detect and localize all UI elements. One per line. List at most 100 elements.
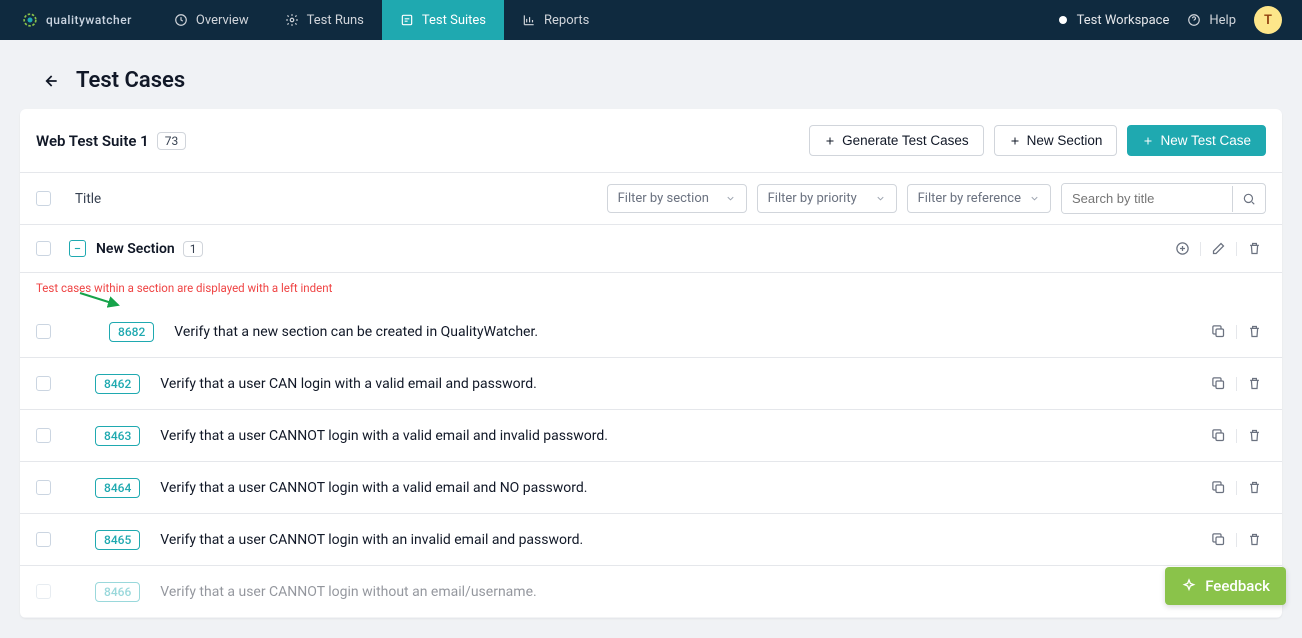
separator [1236,429,1237,443]
suite-icon [400,13,414,27]
search-wrap [1061,183,1266,214]
brand-logo[interactable]: qualitywatcher [20,10,132,30]
separator [1236,533,1237,547]
filter-section-select[interactable]: Filter by section [607,184,747,213]
nav-item-label: Reports [544,13,589,28]
plus-icon [1009,135,1021,147]
nav-right: Test Workspace Help T [1057,6,1282,34]
test-case-row[interactable]: 8462 Verify that a user CAN login with a… [20,358,1282,410]
nav-reports[interactable]: Reports [504,0,607,40]
back-arrow-icon[interactable] [40,71,60,91]
separator [1236,377,1237,391]
page-header: Test Cases [0,40,1302,109]
annotation-arrow [78,291,126,311]
plus-circle-icon [1175,241,1190,256]
minus-icon [73,244,82,253]
trash-icon [1247,241,1262,256]
case-checkbox[interactable] [36,324,51,339]
top-nav: qualitywatcher Overview Test Runs Test S… [0,0,1302,40]
suite-count-badge: 73 [157,132,187,150]
delete-case-button[interactable] [1243,476,1266,499]
gear-icon [285,13,299,27]
delete-case-button[interactable] [1243,424,1266,447]
select-all-checkbox[interactable] [36,191,51,206]
new-section-button[interactable]: New Section [994,125,1118,156]
plus-icon [824,135,836,147]
filter-reference-select[interactable]: Filter by reference [907,184,1051,213]
generate-test-cases-button[interactable]: Generate Test Cases [809,125,984,156]
chevron-down-icon [725,193,736,204]
search-input[interactable] [1062,184,1232,213]
select-label: Filter by priority [768,191,857,206]
button-label: Generate Test Cases [842,133,969,148]
case-actions [1207,424,1266,447]
copy-icon [1211,376,1226,391]
trash-icon [1247,324,1262,339]
feedback-button[interactable]: Feedback [1165,567,1286,605]
case-title: Verify that a user CANNOT login with a v… [160,428,608,444]
section-row: New Section 1 [20,225,1282,273]
case-actions [1207,372,1266,395]
nav-test-runs[interactable]: Test Runs [267,0,382,40]
suite-title: Web Test Suite 1 [36,132,149,150]
select-label: Filter by reference [918,191,1021,206]
filter-priority-select[interactable]: Filter by priority [757,184,897,213]
case-checkbox[interactable] [36,532,51,547]
copy-case-button[interactable] [1207,528,1230,551]
test-case-row[interactable]: 8465 Verify that a user CANNOT login wit… [20,514,1282,566]
add-case-to-section-button[interactable] [1171,237,1194,260]
copy-case-button[interactable] [1207,320,1230,343]
button-label: New Section [1027,133,1103,148]
section-name: New Section [96,241,175,257]
case-actions [1207,320,1266,343]
case-id-badge: 8464 [95,478,140,498]
case-checkbox[interactable] [36,428,51,443]
test-case-row[interactable]: 8463 Verify that a user CANNOT login wit… [20,410,1282,462]
test-case-row[interactable]: 8464 Verify that a user CANNOT login wit… [20,462,1282,514]
delete-section-button[interactable] [1243,237,1266,260]
copy-case-button[interactable] [1207,476,1230,499]
edit-section-button[interactable] [1207,237,1230,260]
workspace-selector[interactable]: Test Workspace [1057,13,1170,28]
user-avatar[interactable]: T [1254,6,1282,34]
section-actions [1171,237,1266,260]
collapse-toggle[interactable] [69,240,86,257]
case-checkbox[interactable] [36,584,51,599]
feedback-label: Feedback [1205,577,1270,595]
case-checkbox[interactable] [36,376,51,391]
delete-case-button[interactable] [1243,528,1266,551]
card-header: Web Test Suite 1 73 Generate Test Cases … [20,109,1282,172]
nav-item-label: Overview [196,13,249,28]
section-checkbox[interactable] [36,241,51,256]
search-button[interactable] [1232,186,1265,212]
filters-row: Title Filter by section Filter by priori… [20,172,1282,225]
header-actions: Generate Test Cases New Section New Test… [809,125,1266,156]
trash-icon [1247,532,1262,547]
button-label: New Test Case [1160,133,1251,148]
annotation: Test cases within a section are displaye… [20,273,1282,296]
column-title-label: Title [75,191,101,207]
nav-overview[interactable]: Overview [156,0,267,40]
separator [1200,242,1201,256]
help-link[interactable]: Help [1187,13,1236,28]
plus-icon [1142,135,1154,147]
suite-card: Web Test Suite 1 73 Generate Test Cases … [20,109,1282,618]
new-test-case-button[interactable]: New Test Case [1127,125,1266,156]
copy-case-button[interactable] [1207,424,1230,447]
select-label: Filter by section [618,191,709,206]
nav-test-suites[interactable]: Test Suites [382,0,504,40]
help-label: Help [1209,13,1236,28]
delete-case-button[interactable] [1243,320,1266,343]
copy-case-button[interactable] [1207,372,1230,395]
case-checkbox[interactable] [36,480,51,495]
chevron-down-icon [875,193,886,204]
clock-icon [174,13,188,27]
case-actions [1207,528,1266,551]
edit-icon [1211,241,1226,256]
delete-case-button[interactable] [1243,372,1266,395]
search-icon [1242,192,1256,206]
separator [1236,325,1237,339]
test-case-row[interactable]: 8466 Verify that a user CANNOT login wit… [20,566,1282,618]
test-case-row[interactable]: 8682 Verify that a new section can be cr… [20,296,1282,358]
workspace-dot-icon [1057,14,1069,26]
